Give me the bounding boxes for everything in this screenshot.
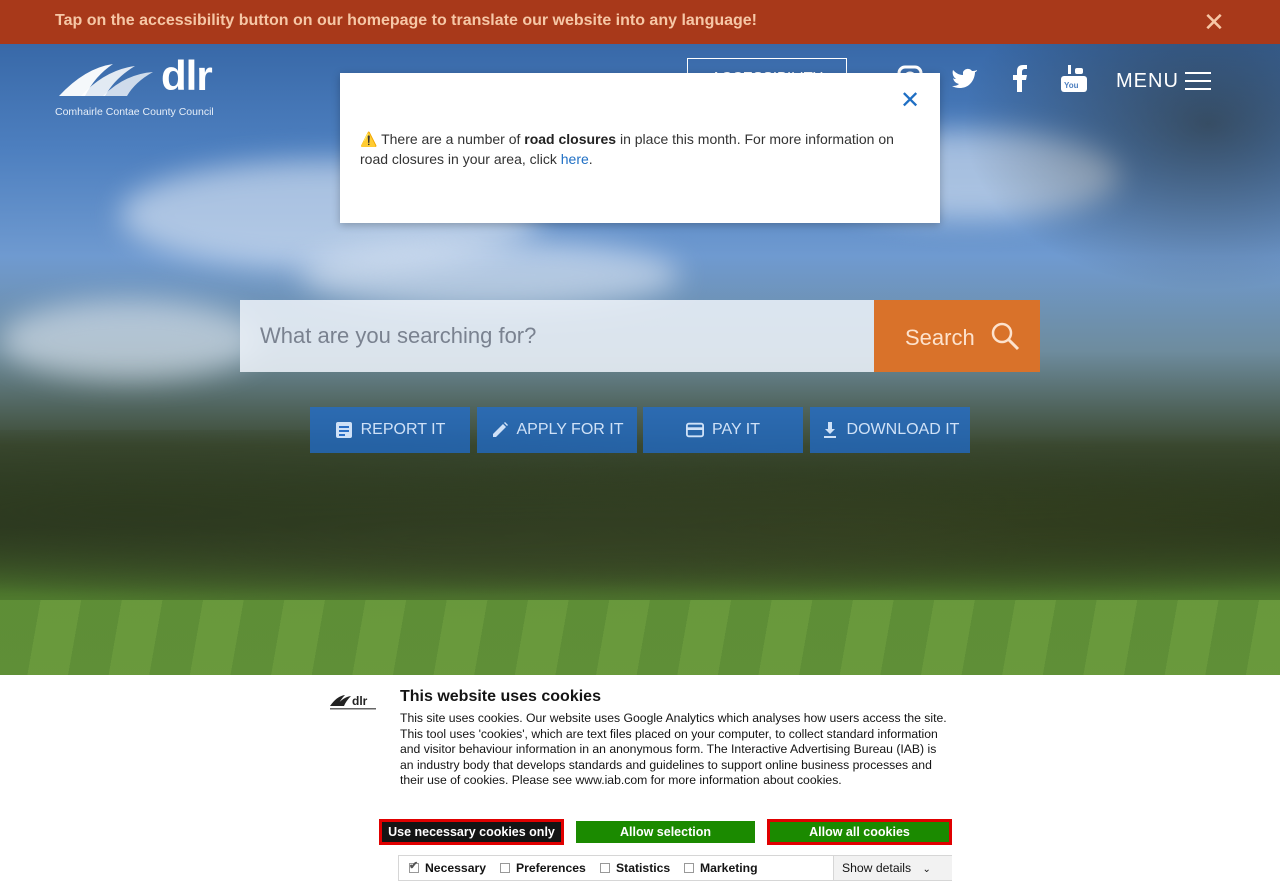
preferences-label: Preferences (516, 861, 586, 875)
logo-subtitle: Comhairle Contae County Council (55, 106, 214, 118)
notice-text: ⚠️ There are a number of road closures i… (360, 129, 920, 169)
warning-icon: ⚠️ (360, 131, 378, 147)
pay-it-label: PAY IT (711, 421, 760, 438)
svg-text:dlr: dlr (352, 694, 368, 708)
cookie-title: This website uses cookies (400, 688, 601, 705)
credit-card-icon (685, 422, 704, 438)
download-it-label: DOWNLOAD IT (846, 421, 960, 438)
search-input[interactable] (240, 300, 874, 372)
chevron-down-icon: ⌄ (922, 864, 931, 875)
close-notice-icon[interactable]: ✕ (898, 89, 922, 113)
statistics-option[interactable]: Statistics (600, 861, 670, 875)
download-it-button[interactable]: DOWNLOAD IT (810, 407, 970, 453)
statistics-checkbox[interactable] (600, 863, 610, 873)
marketing-checkbox[interactable] (684, 863, 694, 873)
report-it-label: REPORT IT (360, 421, 446, 438)
cookie-options-bar: Necessary Preferences Statistics Marketi… (398, 855, 952, 881)
search-icon (991, 322, 1020, 351)
show-details-button[interactable]: Show details ⌄ (833, 856, 952, 880)
notice-text-before: There are a number of (381, 131, 525, 147)
preferences-checkbox[interactable] (500, 863, 510, 873)
close-icon[interactable]: ✕ (1200, 8, 1228, 36)
allow-selection-button[interactable]: Allow selection (576, 821, 755, 843)
dlr-logo[interactable]: dlr Comhairle Contae County Council (55, 52, 230, 122)
twitter-icon[interactable] (950, 64, 980, 94)
notice-text-bold: road closures (524, 131, 617, 147)
road-closures-notice: ✕ ⚠️ There are a number of road closures… (340, 73, 940, 223)
pencil-icon (492, 422, 508, 437)
statistics-label: Statistics (616, 861, 671, 875)
logo-wordmark: dlr (161, 52, 213, 99)
show-details-label: Show details (842, 861, 912, 875)
logo-waves-icon (59, 64, 153, 96)
youtube-icon[interactable]: You (1059, 64, 1089, 94)
search-button-label: Search (905, 325, 975, 350)
facebook-icon[interactable] (1005, 64, 1035, 94)
hamburger-menu-icon[interactable] (1185, 72, 1211, 92)
translate-banner: Tap on the accessibility button on our h… (0, 0, 1280, 44)
necessary-option[interactable]: Necessary (409, 859, 486, 875)
svg-text:You: You (1064, 81, 1079, 90)
notice-text-after: . (588, 151, 593, 167)
allow-all-cookies-button[interactable]: Allow all cookies (767, 819, 952, 845)
apply-for-it-button[interactable]: APPLY FOR IT (477, 407, 637, 453)
menu-label[interactable]: MENU (1116, 70, 1179, 93)
marketing-label: Marketing (700, 861, 758, 875)
use-necessary-cookies-button[interactable]: Use necessary cookies only (379, 819, 564, 845)
road-closures-link[interactable]: here (561, 151, 589, 167)
cookie-description: This site uses cookies. Our website uses… (400, 711, 947, 788)
apply-for-it-label: APPLY FOR IT (516, 421, 624, 438)
pay-it-button[interactable]: PAY IT (643, 407, 803, 453)
search-button[interactable]: Search (874, 300, 1040, 372)
download-icon (823, 422, 836, 438)
dlr-small-logo: dlr (330, 694, 376, 710)
marketing-option[interactable]: Marketing (684, 861, 758, 875)
report-it-button[interactable]: REPORT IT (310, 407, 470, 453)
cookie-consent-banner: dlr This website uses cookies This site … (0, 675, 1280, 887)
preferences-option[interactable]: Preferences (500, 861, 586, 875)
banner-text: Tap on the accessibility button on our h… (55, 12, 758, 29)
necessary-checkbox[interactable] (409, 859, 419, 873)
document-icon (335, 422, 352, 438)
necessary-label: Necessary (425, 861, 486, 875)
